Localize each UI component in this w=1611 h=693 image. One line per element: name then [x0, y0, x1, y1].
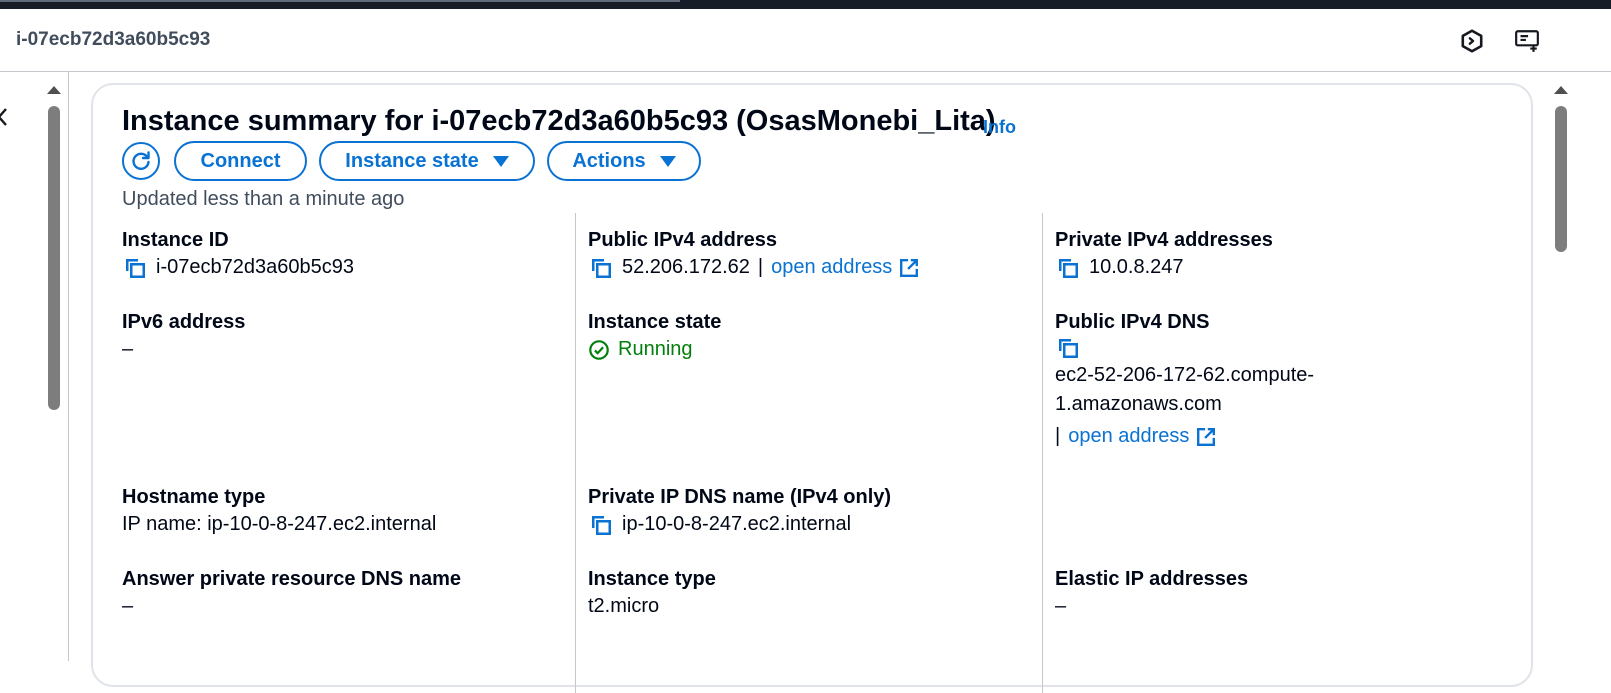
- check-circle-icon: [589, 339, 609, 360]
- open-address-label: open address: [1068, 425, 1190, 447]
- copy-icon[interactable]: [588, 512, 614, 538]
- instance-state-dropdown[interactable]: Instance state: [319, 141, 535, 181]
- left-scrollbar[interactable]: [44, 72, 64, 661]
- field-label: Public IPv4 DNS: [1055, 311, 1210, 333]
- external-link-icon: [1197, 427, 1216, 446]
- field-label: Private IPv4 addresses: [1055, 229, 1273, 251]
- open-address-label: open address: [771, 256, 893, 278]
- scroll-up-arrow-icon[interactable]: [1554, 86, 1568, 94]
- column-divider: [1042, 213, 1043, 693]
- copy-icon[interactable]: [1055, 335, 1081, 361]
- open-address-link[interactable]: open address: [1068, 422, 1217, 451]
- actions-label: Actions: [572, 149, 646, 172]
- action-toolbar: Connect Instance state Actions: [122, 141, 713, 181]
- separator: |: [757, 256, 764, 278]
- main-scrollbar[interactable]: [1551, 72, 1571, 661]
- instance-id-field: Instance ID i-07ecb72d3a60b5c93: [122, 227, 354, 282]
- answer-dns-field: Answer private resource DNS name –: [122, 566, 461, 621]
- info-link[interactable]: Info: [983, 117, 1016, 138]
- cloudshell-icon[interactable]: [1457, 26, 1487, 56]
- hostname-type-field: Hostname type IP name: ip-10-0-8-247.ec2…: [122, 484, 436, 539]
- elastic-ip-field: Elastic IP addresses –: [1055, 566, 1248, 621]
- public-ipv4-value: 52.206.172.62: [622, 256, 750, 278]
- instance-summary-panel: Instance summary for i-07ecb72d3a60b5c93…: [91, 83, 1533, 693]
- refresh-icon: [132, 151, 150, 170]
- refresh-button[interactable]: [122, 142, 160, 180]
- copy-icon[interactable]: [122, 255, 148, 281]
- actions-dropdown[interactable]: Actions: [547, 141, 701, 181]
- page-header: i-07ecb72d3a60b5c93: [0, 9, 1611, 72]
- scroll-up-arrow-icon[interactable]: [47, 86, 61, 94]
- copy-icon[interactable]: [1055, 255, 1081, 281]
- feedback-screen-icon[interactable]: [1512, 26, 1542, 56]
- instance-type-value: t2.micro: [588, 595, 660, 617]
- open-address-link[interactable]: open address: [771, 253, 920, 282]
- public-dns-value-line2: 1.amazonaws.com: [1055, 393, 1222, 415]
- caret-down-icon: [492, 155, 509, 167]
- instance-id-value: i-07ecb72d3a60b5c93: [156, 256, 354, 278]
- page-title: i-07ecb72d3a60b5c93: [16, 29, 211, 50]
- instance-type-field: Instance type t2.micro: [588, 566, 716, 621]
- field-label: Instance state: [588, 311, 722, 333]
- field-label: Hostname type: [122, 486, 266, 508]
- answer-dns-value: –: [122, 595, 134, 617]
- status-indicator: Running: [588, 335, 693, 364]
- field-label: Private IP DNS name (IPv4 only): [588, 486, 892, 508]
- field-label: Answer private resource DNS name: [122, 568, 462, 590]
- last-updated-text: Updated less than a minute ago: [122, 188, 405, 210]
- browser-top-strip: [0, 0, 1611, 9]
- external-link-icon: [900, 258, 919, 277]
- field-label: IPv6 address: [122, 311, 246, 333]
- field-label: Elastic IP addresses: [1055, 568, 1249, 590]
- field-label: Instance ID: [122, 229, 229, 251]
- connect-button-label: Connect: [200, 149, 281, 172]
- elastic-ip-value: –: [1055, 595, 1067, 617]
- field-label: Instance type: [588, 568, 716, 590]
- instance-state-label: Instance state: [345, 149, 479, 172]
- copy-icon[interactable]: [588, 255, 614, 281]
- private-dns-field: Private IP DNS name (IPv4 only) ip-10-0-…: [588, 484, 891, 539]
- connect-button[interactable]: Connect: [174, 141, 307, 181]
- public-dns-field: Public IPv4 DNS ec2-52-206-172-62.comput…: [1055, 309, 1314, 451]
- field-label: Public IPv4 address: [588, 229, 777, 251]
- chevron-left-icon[interactable]: [0, 106, 10, 128]
- panel-title: Instance summary for i-07ecb72d3a60b5c93…: [122, 105, 996, 137]
- public-dns-value-line1: ec2-52-206-172-62.compute-: [1055, 364, 1315, 386]
- caret-down-icon: [659, 155, 676, 167]
- private-ipv4-field: Private IPv4 addresses 10.0.8.247: [1055, 227, 1273, 282]
- private-ipv4-value: 10.0.8.247: [1089, 256, 1184, 278]
- instance-state-field: Instance state Running: [588, 309, 721, 364]
- column-divider: [575, 213, 576, 693]
- ipv6-value: –: [122, 338, 134, 360]
- hostname-type-value: IP name: ip-10-0-8-247.ec2.internal: [122, 513, 437, 535]
- private-dns-value: ip-10-0-8-247.ec2.internal: [622, 513, 852, 535]
- status-text: Running: [618, 338, 693, 360]
- public-ipv4-field: Public IPv4 address 52.206.172.62 | open…: [588, 227, 920, 282]
- ipv6-field: IPv6 address –: [122, 309, 245, 364]
- left-panel-gutter: [0, 72, 69, 661]
- separator: |: [1055, 425, 1061, 447]
